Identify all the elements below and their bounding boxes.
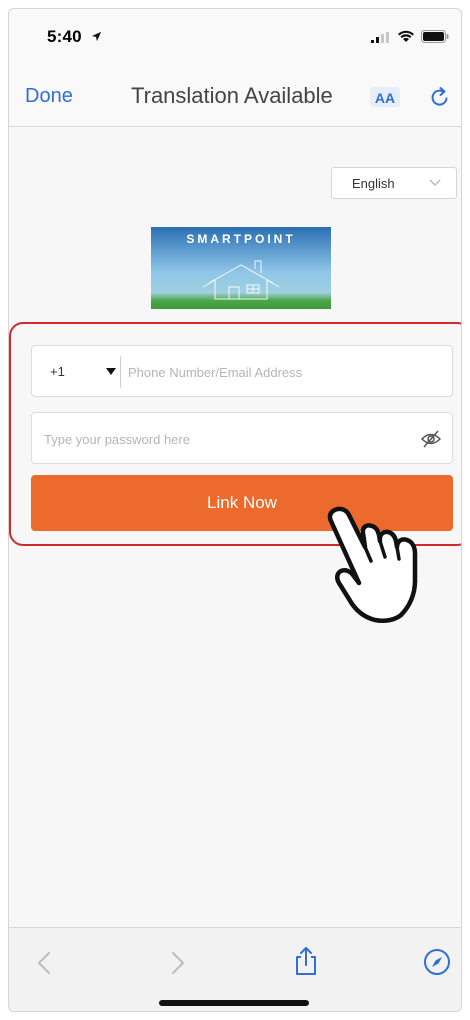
phone-email-input[interactable] bbox=[128, 356, 438, 388]
field-divider bbox=[120, 356, 121, 388]
home-indicator bbox=[159, 1000, 309, 1006]
logo-text: SMARTPOINT bbox=[186, 232, 295, 246]
status-bar: 5:40 bbox=[9, 9, 461, 57]
language-selected: English bbox=[352, 176, 395, 191]
forward-chevron-icon[interactable] bbox=[169, 950, 187, 976]
location-arrow-icon bbox=[91, 31, 102, 42]
language-select[interactable]: English bbox=[331, 167, 457, 199]
phone-email-field: +1 bbox=[31, 345, 453, 397]
password-field bbox=[31, 412, 453, 464]
chevron-down-icon bbox=[429, 179, 441, 187]
reload-icon[interactable] bbox=[429, 85, 451, 109]
eye-slash-icon[interactable] bbox=[420, 429, 442, 449]
cellular-signal-icon bbox=[371, 32, 389, 43]
caret-down-icon[interactable] bbox=[106, 368, 116, 375]
compass-icon[interactable] bbox=[423, 948, 451, 976]
pointing-hand-cursor-icon bbox=[327, 506, 418, 624]
page-title: Translation Available bbox=[131, 83, 333, 108]
translate-aa-icon[interactable]: AA bbox=[369, 85, 401, 109]
status-time: 5:40 bbox=[47, 27, 82, 46]
password-input[interactable] bbox=[44, 423, 404, 455]
country-code-select[interactable]: +1 bbox=[50, 364, 65, 379]
wifi-icon bbox=[398, 30, 414, 42]
share-icon[interactable] bbox=[293, 946, 319, 976]
aa-label: AA bbox=[375, 90, 395, 106]
phone-screen: 5:40 Done Translation Available AA Engli… bbox=[8, 8, 462, 1012]
nav-bar: Done Translation Available AA bbox=[9, 57, 461, 127]
browser-toolbar bbox=[9, 927, 461, 1011]
back-chevron-icon[interactable] bbox=[35, 950, 53, 976]
done-button[interactable]: Done bbox=[25, 85, 73, 108]
web-content: English SMARTPOINT +1 Phone Number/Email… bbox=[9, 127, 461, 927]
battery-icon bbox=[421, 30, 449, 43]
smartpoint-logo: SMARTPOINT bbox=[151, 227, 331, 309]
